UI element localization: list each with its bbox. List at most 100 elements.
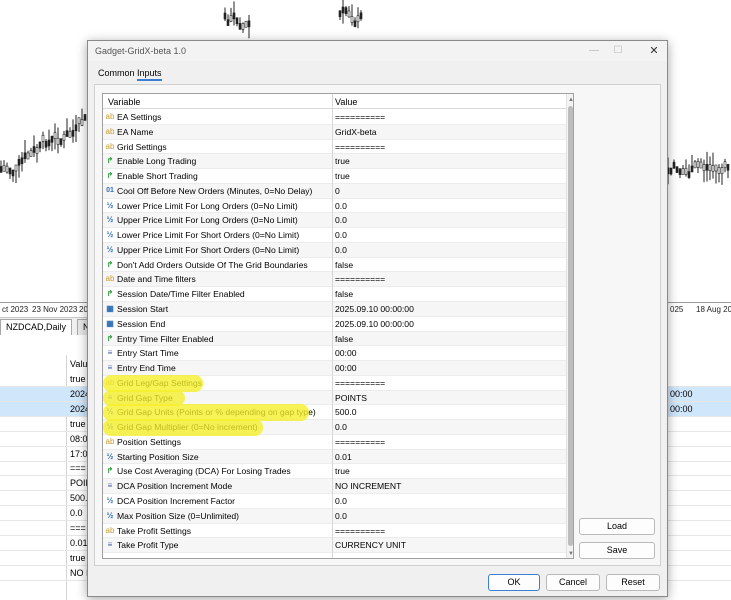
- tab-common[interactable]: Common: [98, 68, 135, 78]
- reset-button[interactable]: Reset: [606, 574, 660, 591]
- input-row[interactable]: ab Grid Settings ==========: [103, 140, 566, 155]
- grid-column-divider[interactable]: [332, 94, 333, 558]
- input-row[interactable]: ½ DCA Position Increment Factor 0.0: [103, 494, 566, 509]
- chart-tab-nzdcad[interactable]: NZDCAD,Daily: [0, 319, 73, 335]
- input-row[interactable]: ab Position Settings ==========: [103, 435, 566, 450]
- candle-body: [68, 131, 72, 138]
- ok-button[interactable]: OK: [488, 574, 540, 591]
- candle-body: [356, 15, 360, 23]
- input-value[interactable]: 00:00: [335, 348, 357, 358]
- input-value[interactable]: 0.0: [335, 201, 347, 211]
- input-row[interactable]: ≡ Entry End Time 00:00: [103, 361, 566, 376]
- tab-inputs[interactable]: Inputs: [137, 68, 162, 81]
- input-row[interactable]: ≡ Entry Start Time 00:00: [103, 346, 566, 362]
- input-row[interactable]: ≡ Take Profit Type CURRENCY UNIT: [103, 538, 566, 554]
- input-variable-name: Session Start: [117, 304, 169, 314]
- input-row[interactable]: ≡ DCA Position Increment Mode NO INCREMENT: [103, 479, 566, 495]
- candle-body: [80, 119, 84, 126]
- input-variable-name: DCA Position Increment Mode: [117, 481, 233, 492]
- time-label: 23 Nov 2023: [32, 305, 78, 314]
- input-row[interactable]: ▦ Session Start 2025.09.10 00:00:00: [103, 302, 566, 317]
- candle-body: [244, 20, 248, 28]
- input-row[interactable]: ½ Upper Price Limit For Long Orders (0=No…: [103, 213, 566, 229]
- input-value[interactable]: ==========: [335, 526, 385, 536]
- enum-type-icon: ≡: [107, 481, 113, 491]
- input-row[interactable]: ▦ Session End 2025.09.10 00:00:00: [103, 317, 566, 332]
- candle-body: [669, 167, 673, 175]
- minimize-icon[interactable]: —: [585, 44, 603, 58]
- input-row[interactable]: ab Take Profit Settings ==========: [103, 524, 566, 539]
- input-value[interactable]: 0.0: [335, 230, 347, 240]
- input-row[interactable]: ↱ Use Cost Averaging (DCA) For Losing Tra…: [103, 464, 566, 480]
- input-value[interactable]: CURRENCY UNIT: [335, 540, 406, 550]
- input-value[interactable]: 500.0: [335, 407, 357, 417]
- input-value[interactable]: 0.0: [335, 422, 347, 432]
- input-value[interactable]: ==========: [335, 437, 385, 447]
- input-row[interactable]: ½ Max Position Size (0=Unlimited) 0.0: [103, 508, 566, 524]
- double-type-icon: ½: [106, 215, 114, 225]
- input-variable-name: Max Position Size (0=Unlimited): [117, 510, 240, 521]
- input-row[interactable]: ab EA Name GridX-beta: [103, 124, 566, 140]
- yellow-highlight-mark: [103, 419, 263, 436]
- input-value[interactable]: GridX-beta: [335, 127, 377, 137]
- input-value[interactable]: 0: [335, 186, 340, 196]
- inputs-grid[interactable]: Variable Value ab EA Settings ========== ab…: [102, 93, 574, 559]
- string-type-icon: ab: [105, 525, 115, 535]
- input-value[interactable]: 00:00: [335, 363, 357, 373]
- candle-body: [59, 138, 63, 145]
- input-value[interactable]: 2025.09.10 00:00:00: [335, 304, 414, 314]
- integer-type-icon: 01: [106, 186, 114, 194]
- double-type-icon: ½: [106, 200, 114, 210]
- grid-vertical-scrollbar[interactable]: ▲ ▼: [566, 94, 573, 558]
- input-value[interactable]: false: [335, 289, 353, 299]
- input-row[interactable]: ab Date and Time filters ==========: [103, 272, 566, 288]
- input-value[interactable]: 0.0: [335, 215, 347, 225]
- scroll-up-icon[interactable]: ▲: [567, 95, 573, 105]
- input-value[interactable]: NO INCREMENT: [335, 481, 401, 491]
- input-row[interactable]: ↱ Enable Long Trading true: [103, 154, 566, 170]
- input-value[interactable]: ==========: [335, 274, 385, 284]
- scrollbar-thumb[interactable]: [568, 106, 573, 546]
- input-row[interactable]: ab EA Settings ==========: [103, 110, 566, 125]
- close-icon[interactable]: ✕: [645, 44, 663, 58]
- input-value[interactable]: 0.01: [335, 452, 352, 462]
- input-value[interactable]: ==========: [335, 378, 385, 388]
- input-row[interactable]: ↱ Session Date/Time Filter Enabled false: [103, 287, 566, 302]
- input-value[interactable]: true: [335, 466, 350, 476]
- maximize-icon[interactable]: ☐: [609, 44, 627, 58]
- double-type-icon: ½: [106, 244, 114, 254]
- cancel-button[interactable]: Cancel: [546, 574, 600, 591]
- input-value[interactable]: true: [335, 171, 350, 181]
- input-value[interactable]: ==========: [335, 112, 385, 122]
- save-button[interactable]: Save: [579, 542, 655, 559]
- input-row[interactable]: ↱ Don't Add Orders Outside Of The Grid Bo…: [103, 258, 566, 273]
- input-value[interactable]: 0.0: [335, 496, 347, 506]
- input-value[interactable]: ==========: [335, 142, 385, 152]
- input-row[interactable]: ½ Lower Price Limit For Long Orders (0=No…: [103, 199, 566, 214]
- input-row[interactable]: ↱ Entry Time Filter Enabled false: [103, 331, 566, 347]
- candle-body: [62, 133, 66, 141]
- candle-body: [675, 166, 679, 173]
- input-variable-name: Take Profit Settings: [117, 525, 192, 536]
- header-variable[interactable]: Variable: [108, 97, 140, 107]
- input-row[interactable]: ↱ Enable Short Trading true: [103, 169, 566, 184]
- input-value[interactable]: false: [335, 260, 353, 270]
- candle-body: [672, 161, 676, 169]
- input-row[interactable]: ½ Lower Price Limit For Short Orders (0=N…: [103, 228, 566, 243]
- header-value[interactable]: Value: [335, 97, 357, 107]
- input-value[interactable]: 0.0: [335, 511, 347, 521]
- input-variable-name: Upper Price Limit For Long Orders (0=No …: [117, 215, 298, 226]
- input-value[interactable]: false: [335, 334, 353, 344]
- input-row[interactable]: 01 Cool Off Before New Orders (Minutes, 0…: [103, 183, 566, 199]
- input-value[interactable]: 2025.09.10 00:00:00: [335, 319, 414, 329]
- input-row[interactable]: ½ Starting Position Size 0.01: [103, 449, 566, 465]
- input-value[interactable]: 0.0: [335, 245, 347, 255]
- dialog-titlebar[interactable]: Gadget-GridX-beta 1.0 — ☐ ✕: [88, 41, 667, 61]
- background-value: NO I: [70, 567, 89, 578]
- input-value[interactable]: POINTS: [335, 393, 367, 403]
- input-value[interactable]: true: [335, 156, 350, 166]
- candle-body: [711, 165, 715, 172]
- load-button[interactable]: Load: [579, 518, 655, 535]
- scroll-down-icon[interactable]: ▼: [567, 549, 573, 558]
- input-row[interactable]: ½ Upper Price Limit For Short Orders (0=N…: [103, 242, 566, 258]
